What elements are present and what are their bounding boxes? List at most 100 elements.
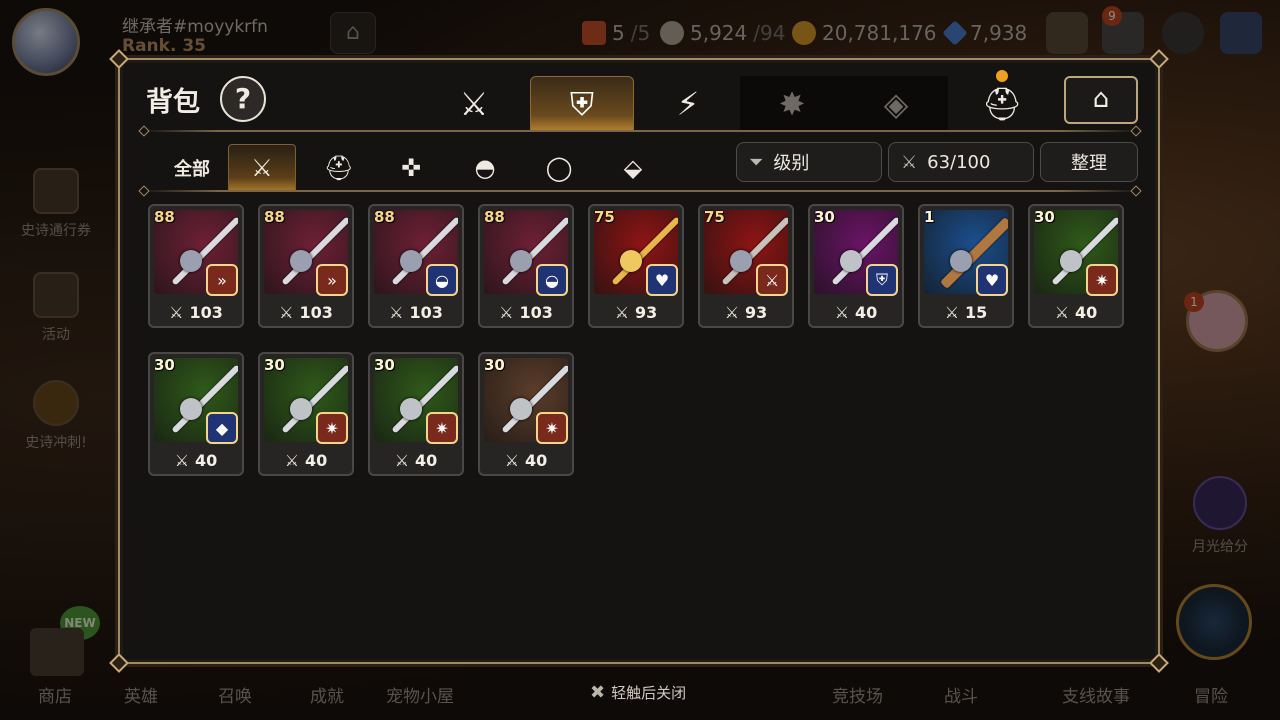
subtab-ring[interactable]: ◯	[530, 144, 588, 192]
subtab-helmet[interactable]: ⛑	[310, 144, 368, 192]
resource-stamina[interactable]: 5/5	[582, 18, 650, 48]
tab-equipment[interactable]: ⚔	[422, 76, 526, 132]
tab-misc[interactable]: ◈	[844, 76, 948, 132]
inventory-item[interactable]: 88 » ⚔ 103	[258, 204, 354, 328]
inventory-item[interactable]: 88 ◒ ⚔ 103	[368, 204, 464, 328]
weapon-guard	[290, 398, 312, 420]
heart-icon: ♥	[646, 264, 678, 296]
attack-icon: ⚔	[284, 451, 300, 470]
player-avatar[interactable]	[12, 8, 80, 76]
nav-adventure[interactable]: 冒险	[1194, 682, 1228, 707]
mask-icon: ◒	[536, 264, 568, 296]
inventory-item[interactable]: 88 ◒ ⚔ 103	[478, 204, 574, 328]
tab-material[interactable]: ✸	[740, 76, 844, 132]
item-level: 30	[264, 356, 285, 374]
resource-gem[interactable]: 7,938	[942, 18, 1028, 48]
nav-shop[interactable]: 商店	[38, 682, 72, 707]
inventory-item[interactable]: 30 ✷ ⚔ 40	[258, 352, 354, 476]
item-attack: ⚔ 40	[260, 451, 352, 470]
side-menu-label: 活动	[42, 327, 70, 343]
notification-dot	[996, 70, 1008, 82]
shop-icon[interactable]	[30, 628, 84, 676]
home-icon[interactable]: ⌂	[330, 12, 376, 54]
resource-silver[interactable]: 5,924/94	[660, 18, 785, 48]
weapon-guard	[400, 250, 422, 272]
speed-icon: »	[206, 264, 238, 296]
boots-icon: ⬙	[623, 154, 643, 182]
subtab-all[interactable]: 全部	[162, 144, 222, 192]
moon-score-button[interactable]: 月光给分	[1172, 476, 1268, 556]
guild-icon[interactable]	[1046, 12, 1088, 54]
panel-title: 背包	[146, 87, 200, 118]
side-menu-pass[interactable]: 史诗通行券	[8, 168, 104, 240]
inventory-item[interactable]: 30 ⛨ ⚔ 40	[808, 204, 904, 328]
weapon-icon: ⚔	[251, 154, 273, 182]
nav-side-story[interactable]: 支线故事	[1062, 682, 1130, 707]
moon-score-label: 月光给分	[1192, 539, 1248, 555]
attack-icon: ⚔	[174, 451, 190, 470]
side-menu-label: 史诗冲刺!	[25, 435, 87, 451]
item-attack: ⚔ 103	[370, 303, 462, 322]
side-menu-label: 史诗通行券	[21, 223, 91, 239]
subtab-boots[interactable]: ⬙	[604, 144, 662, 192]
attack-value: 40	[305, 451, 328, 470]
capacity-icon: ⚔	[901, 151, 918, 173]
storage-button[interactable]: ⌂	[1064, 76, 1138, 124]
nav-summon[interactable]: 召唤	[218, 682, 252, 707]
inventory-item[interactable]: 30 ✷ ⚔ 40	[478, 352, 574, 476]
cube-icon: ◈	[883, 85, 909, 123]
artifact-shield-icon: ⛨	[569, 85, 594, 123]
adventure-emblem[interactable]	[1176, 584, 1252, 660]
tab-special[interactable]: ⛑	[950, 70, 1054, 132]
nav-heroes[interactable]: 英雄	[124, 682, 158, 707]
inventory-item[interactable]: 75 ♥ ⚔ 93	[588, 204, 684, 328]
equipment-icon: ⚔	[459, 85, 489, 123]
inventory-item[interactable]: 30 ✷ ⚔ 40	[1028, 204, 1124, 328]
weapon-guard	[1060, 250, 1082, 272]
tab-artifact[interactable]: ⛨	[530, 76, 634, 132]
item-attack: ⚔ 15	[920, 303, 1012, 322]
side-menu-event[interactable]: 活动	[8, 272, 104, 344]
menu-grid-icon[interactable]	[1220, 12, 1262, 54]
speed-icon: »	[316, 264, 348, 296]
item-grid: 88 » ⚔ 103 88 » ⚔ 103 88 ◒ ⚔ 103 88 ◒ ⚔ 103 75 ♥ ⚔ 93 75 ⚔ ⚔ 93…	[148, 204, 1138, 476]
inventory-item[interactable]: 1 ♥ ⚔ 15	[918, 204, 1014, 328]
sort-dropdown[interactable]: ⏷ 级别	[736, 142, 882, 182]
capacity-display[interactable]: ⚔ 63/100	[888, 142, 1034, 182]
attack-icon: ⚔	[499, 303, 514, 322]
weapon-guard	[180, 398, 202, 420]
side-menu-sprint[interactable]: 史诗冲刺!	[8, 380, 104, 452]
item-level: 1	[924, 208, 935, 226]
arrange-button[interactable]: 整理	[1040, 142, 1138, 182]
resource-gold[interactable]: 20,781,176	[792, 18, 937, 48]
backpack-icon: ⛑	[981, 85, 1023, 123]
inventory-item[interactable]: 75 ⚔ ⚔ 93	[698, 204, 794, 328]
tab-consumable[interactable]: ⚡	[636, 76, 740, 132]
sprint-icon	[33, 380, 79, 426]
capacity-value: 63/100	[927, 151, 991, 173]
inventory-item[interactable]: 30 ✷ ⚔ 40	[368, 352, 464, 476]
item-level: 88	[154, 208, 175, 226]
attack-icon: ⚔	[279, 303, 294, 322]
inventory-item[interactable]: 88 » ⚔ 103	[148, 204, 244, 328]
heart-icon: ♥	[976, 264, 1008, 296]
close-hint[interactable]: ✖ 轻触后关闭	[590, 682, 686, 703]
mask-icon: ◒	[426, 264, 458, 296]
help-button[interactable]: ?	[220, 76, 266, 122]
inventory-panel: 背包 ? ⚔ ⛨ ⚡ ✸ ◈ ⛑ ⌂ 全部 ⚔ ⛑ ✜ ◓ ◯ ⬙ ⏷ 级别 ⚔…	[109, 49, 1169, 673]
subtab-armor[interactable]: ✜	[382, 144, 440, 192]
resource-value: 7,938	[970, 21, 1028, 45]
armor-icon: ✜	[400, 154, 422, 182]
inventory-item[interactable]: 30 ◆ ⚔ 40	[148, 352, 244, 476]
attack-icon: ⚔	[394, 451, 410, 470]
attack-value: 40	[855, 303, 878, 322]
ring-icon: ◯	[545, 154, 573, 182]
attack-value: 93	[635, 303, 658, 322]
nav-achievements[interactable]: 成就	[310, 682, 344, 707]
chat-icon[interactable]	[1162, 12, 1204, 54]
subtab-necklace[interactable]: ◓	[456, 144, 514, 192]
nav-battle[interactable]: 战斗	[944, 682, 978, 707]
nav-pet-house[interactable]: 宠物小屋	[386, 682, 454, 707]
nav-arena[interactable]: 竞技场	[832, 682, 883, 707]
subtab-weapon[interactable]: ⚔	[228, 144, 296, 192]
